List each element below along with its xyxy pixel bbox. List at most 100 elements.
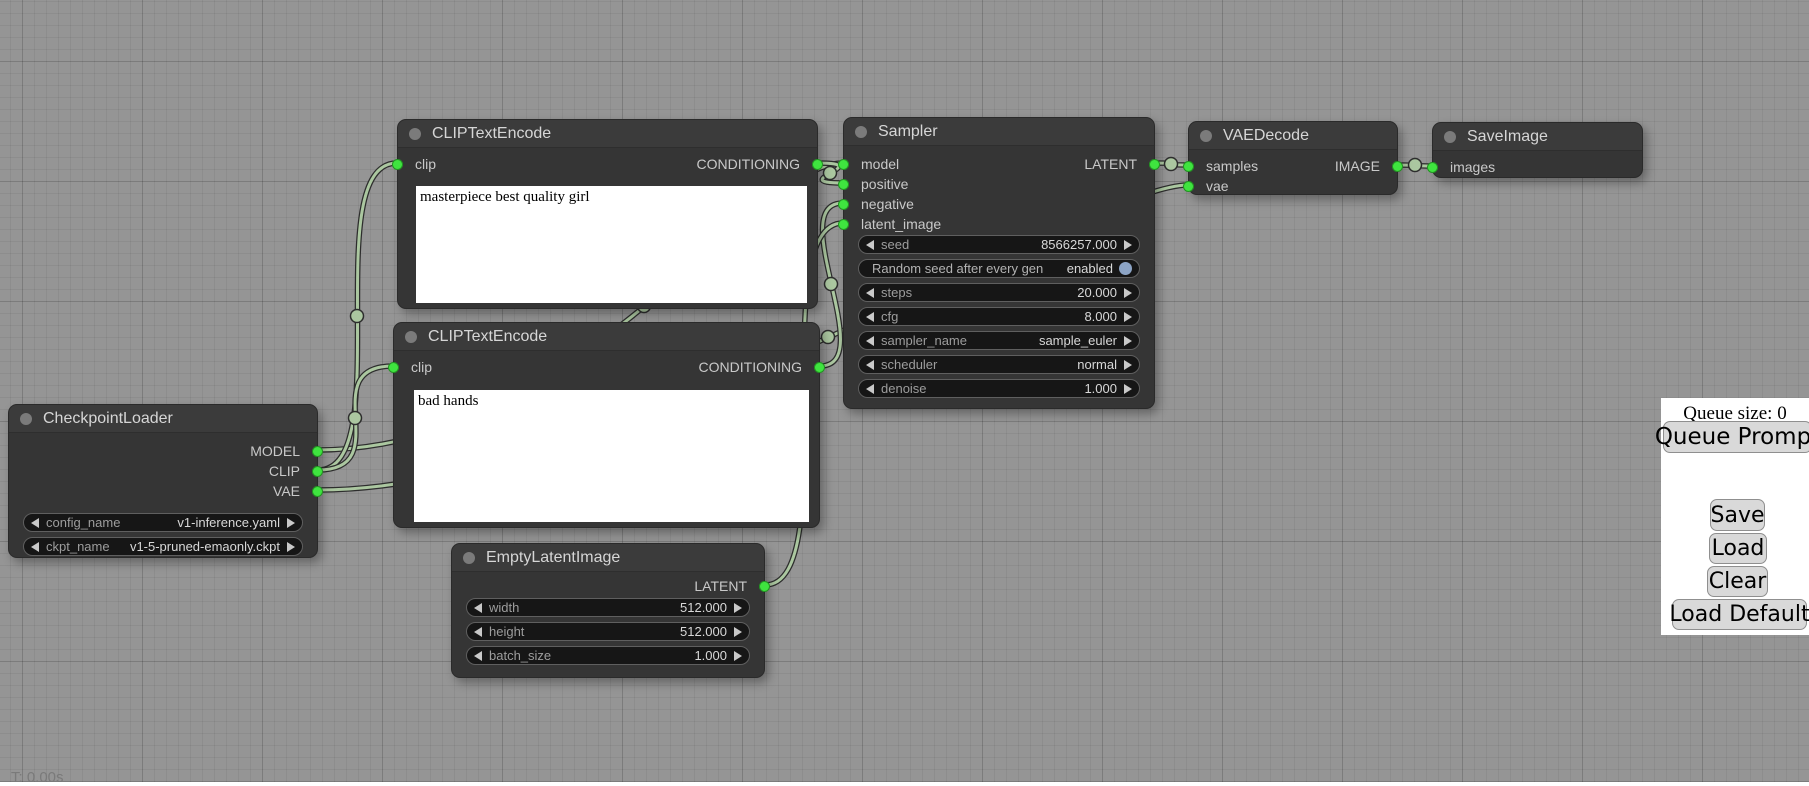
decrement-arrow-icon[interactable]: [866, 240, 874, 250]
input-slot-dot[interactable]: [1183, 181, 1194, 192]
output-slot-dot[interactable]: [312, 466, 323, 477]
widget-label: sampler_name: [881, 333, 967, 348]
widget-sampler-name[interactable]: sampler_name sample_euler: [858, 331, 1140, 350]
slot-label: images: [1450, 159, 1495, 175]
load-button[interactable]: Load: [1709, 533, 1767, 564]
widget-value[interactable]: 8566257.000: [1041, 237, 1117, 252]
save-button[interactable]: Save: [1710, 499, 1765, 531]
widget-seed[interactable]: seed 8566257.000: [858, 235, 1140, 254]
toggle-indicator-icon[interactable]: [1119, 262, 1132, 275]
output-slot-dot[interactable]: [1392, 161, 1403, 172]
input-slot-dot[interactable]: [392, 159, 403, 170]
collapse-dot-icon[interactable]: [855, 126, 867, 138]
node-sampler[interactable]: Sampler model LATENT positive negative l…: [843, 117, 1155, 409]
collapse-dot-icon[interactable]: [20, 413, 32, 425]
node-vaedecode[interactable]: VAEDecode samples IMAGE vae: [1188, 121, 1398, 195]
widget-config-name[interactable]: config_name v1-inference.yaml: [23, 513, 303, 532]
widget-value[interactable]: enabled: [1067, 261, 1113, 276]
input-slot-dot[interactable]: [1183, 161, 1194, 172]
widget-value[interactable]: 8.000: [1084, 309, 1117, 324]
output-slot-dot[interactable]: [312, 446, 323, 457]
slot-label: LATENT: [694, 578, 747, 594]
widget-height[interactable]: height 512.000: [466, 622, 750, 641]
increment-arrow-icon[interactable]: [287, 542, 295, 552]
node-header[interactable]: CheckpointLoader: [9, 405, 317, 433]
widget-cfg[interactable]: cfg 8.000: [858, 307, 1140, 326]
node-graph-canvas[interactable]: T: 0.00s CheckpointLoader MODEL CLIP VAE: [0, 0, 1809, 782]
collapse-dot-icon[interactable]: [1200, 130, 1212, 142]
decrement-arrow-icon[interactable]: [31, 518, 39, 528]
increment-arrow-icon[interactable]: [287, 518, 295, 528]
increment-arrow-icon[interactable]: [1124, 336, 1132, 346]
increment-arrow-icon[interactable]: [1124, 360, 1132, 370]
input-slot-dot[interactable]: [388, 362, 399, 373]
increment-arrow-icon[interactable]: [734, 603, 742, 613]
node-header[interactable]: CLIPTextEncode: [398, 120, 817, 148]
output-slot-dot[interactable]: [812, 159, 823, 170]
queue-prompt-button[interactable]: Queue Prompt: [1663, 421, 1809, 453]
node-saveimage[interactable]: SaveImage images: [1432, 122, 1643, 178]
input-slot-dot[interactable]: [838, 159, 849, 170]
execution-timer: T: 0.00s: [11, 769, 64, 786]
node-emptylatentimage[interactable]: EmptyLatentImage LATENT width 512.000 he…: [451, 543, 765, 678]
decrement-arrow-icon[interactable]: [866, 288, 874, 298]
node-header[interactable]: Sampler: [844, 118, 1154, 146]
decrement-arrow-icon[interactable]: [866, 312, 874, 322]
decrement-arrow-icon[interactable]: [31, 542, 39, 552]
decrement-arrow-icon[interactable]: [474, 603, 482, 613]
output-slot-dot[interactable]: [312, 486, 323, 497]
decrement-arrow-icon[interactable]: [866, 336, 874, 346]
input-slot-dot[interactable]: [838, 199, 849, 210]
node-checkpointloader[interactable]: CheckpointLoader MODEL CLIP VAE config_n…: [8, 404, 318, 558]
decrement-arrow-icon[interactable]: [866, 384, 874, 394]
load-default-button[interactable]: Load Default: [1672, 599, 1807, 630]
increment-arrow-icon[interactable]: [1124, 240, 1132, 250]
widget-denoise[interactable]: denoise 1.000: [858, 379, 1140, 398]
output-slot-dot[interactable]: [759, 581, 770, 592]
collapse-dot-icon[interactable]: [463, 552, 475, 564]
negative-prompt-textarea[interactable]: bad hands: [414, 390, 809, 522]
widget-batch-size[interactable]: batch_size 1.000: [466, 646, 750, 665]
widget-value[interactable]: 20.000: [1077, 285, 1117, 300]
increment-arrow-icon[interactable]: [1124, 288, 1132, 298]
positive-prompt-textarea[interactable]: masterpiece best quality girl: [416, 186, 807, 303]
collapse-dot-icon[interactable]: [405, 331, 417, 343]
slot-label: LATENT: [1084, 156, 1137, 172]
widget-value[interactable]: 1.000: [1084, 381, 1117, 396]
widget-value[interactable]: v1-5-pruned-emaonly.ckpt: [130, 539, 280, 554]
input-slot-dot[interactable]: [838, 219, 849, 230]
collapse-dot-icon[interactable]: [1444, 131, 1456, 143]
widget-scheduler[interactable]: scheduler normal: [858, 355, 1140, 374]
decrement-arrow-icon[interactable]: [474, 651, 482, 661]
decrement-arrow-icon[interactable]: [474, 627, 482, 637]
input-slot-dot[interactable]: [1427, 162, 1438, 173]
decrement-arrow-icon[interactable]: [866, 360, 874, 370]
widget-value[interactable]: sample_euler: [1039, 333, 1117, 348]
widget-ckpt-name[interactable]: ckpt_name v1-5-pruned-emaonly.ckpt: [23, 537, 303, 556]
increment-arrow-icon[interactable]: [1124, 312, 1132, 322]
increment-arrow-icon[interactable]: [1124, 384, 1132, 394]
node-header[interactable]: VAEDecode: [1189, 122, 1397, 150]
input-slot-dot[interactable]: [838, 179, 849, 190]
link-midpoint-dot: [822, 331, 835, 344]
output-slot-dot[interactable]: [814, 362, 825, 373]
collapse-dot-icon[interactable]: [409, 128, 421, 140]
widget-value[interactable]: normal: [1077, 357, 1117, 372]
widget-value[interactable]: 512.000: [680, 600, 727, 615]
increment-arrow-icon[interactable]: [734, 627, 742, 637]
widget-value[interactable]: v1-inference.yaml: [177, 515, 280, 530]
node-cliptextencode-positive[interactable]: CLIPTextEncode clip CONDITIONING masterp…: [397, 119, 818, 309]
widget-value[interactable]: 1.000: [694, 648, 727, 663]
clear-button[interactable]: Clear: [1707, 566, 1768, 597]
widget-label: seed: [881, 237, 909, 252]
widget-value[interactable]: 512.000: [680, 624, 727, 639]
widget-width[interactable]: width 512.000: [466, 598, 750, 617]
node-cliptextencode-negative[interactable]: CLIPTextEncode clip CONDITIONING bad han…: [393, 322, 820, 528]
node-header[interactable]: CLIPTextEncode: [394, 323, 819, 351]
widget-steps[interactable]: steps 20.000: [858, 283, 1140, 302]
node-header[interactable]: SaveImage: [1433, 123, 1642, 151]
node-header[interactable]: EmptyLatentImage: [452, 544, 764, 572]
output-slot-dot[interactable]: [1149, 159, 1160, 170]
increment-arrow-icon[interactable]: [734, 651, 742, 661]
widget-random-seed-toggle[interactable]: Random seed after every gen enabled: [858, 259, 1140, 278]
